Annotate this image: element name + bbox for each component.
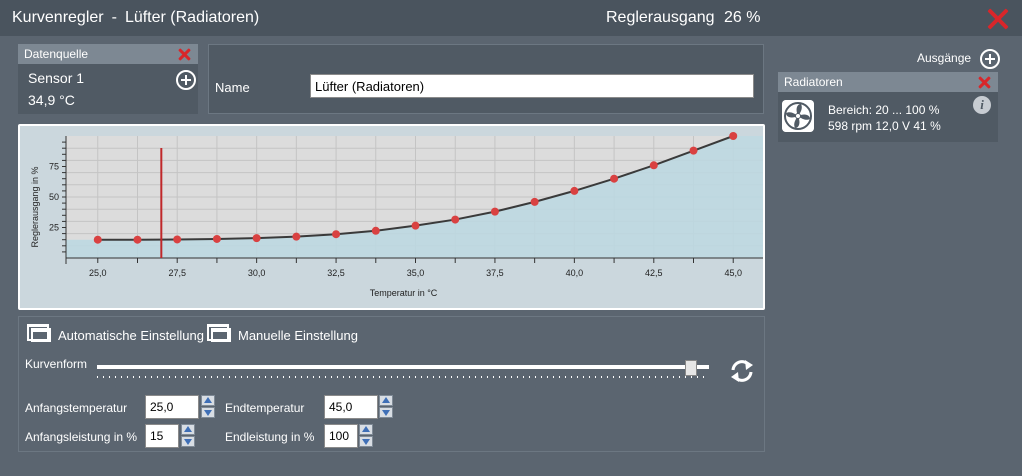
datasource-header-label: Datenquelle [24,47,89,61]
end-temp-input[interactable] [324,395,378,419]
fan-icon [782,100,814,132]
end-power-input[interactable] [324,424,358,448]
curve-point [649,161,658,170]
curve-shape-slider-thumb[interactable] [684,360,697,376]
x-tick-label: 42,5 [645,268,663,278]
close-icon[interactable] [986,7,1010,31]
start-temp-spinner[interactable] [201,395,215,419]
curve-point [332,230,341,239]
x-tick-label: 45,0 [724,268,742,278]
start-power-label: Anfangsleistung in % [25,430,138,444]
add-output-icon[interactable] [980,49,1000,69]
refresh-icon[interactable] [729,358,755,384]
name-input[interactable] [310,74,754,98]
curve-point [371,226,380,235]
x-tick-label: 27,5 [168,268,186,278]
curve-point [689,146,698,155]
end-power-spinner[interactable] [359,424,373,448]
window-icon [27,324,51,342]
controls-panel: Automatische Einstellung Manuelle Einste… [18,316,765,452]
y-tick-label: 25 [49,223,59,233]
curve-point [292,232,301,241]
curve-point [570,186,579,195]
curve-point [252,234,261,243]
curve-shape-label: Kurvenform [25,357,88,371]
window-title: Kurvenregler - Lüfter (Radiatoren) [12,9,259,27]
window-icon [207,324,231,342]
x-tick-label: 37,5 [486,268,504,278]
add-datasource-icon[interactable] [176,70,196,90]
output-card-header: Radiatoren [778,72,998,92]
datasource-sensor: Sensor 1 [28,70,85,86]
start-temp-label: Anfangstemperatur [25,401,128,415]
end-temp-label: Endtemperatur [225,401,305,415]
y-tick-label: 75 [49,162,59,172]
curve-point [411,221,420,230]
end-power-label: Endleistung in % [225,430,315,444]
curve-point [530,197,539,206]
y-axis-label: Reglerausgang in % [30,166,40,247]
automatic-setting-label: Automatische Einstellung [58,327,204,343]
curve-shape-slider[interactable] [97,365,709,369]
x-tick-label: 40,0 [566,268,584,278]
info-icon[interactable]: i [973,96,991,114]
remove-output-icon[interactable] [976,74,992,90]
name-panel: Name [208,44,764,114]
curve-point [133,235,142,244]
curve-point [490,207,499,216]
title-bar: Kurvenregler - Lüfter (Radiatoren) Reglera… [0,0,1022,36]
output-card-title: Radiatoren [784,75,843,89]
start-power-input[interactable] [145,424,179,448]
x-tick-label: 30,0 [248,268,266,278]
curve-point [729,132,738,140]
spin-down-icon[interactable] [379,407,393,418]
curve-chart-svg: 25,0 27,5 30,0 32,5 35,0 37,5 40,0 42,5 45,0 25 50… [30,132,763,298]
spin-up-icon[interactable] [181,424,195,435]
x-tick-label: 32,5 [327,268,345,278]
manual-setting-button[interactable]: Manuelle Einstellung [207,324,358,345]
datasource-value: 34,9 °C [28,92,75,108]
output-stats: 598 rpm 12,0 V 41 % [828,119,941,133]
outputs-label: Ausgänge [917,51,972,65]
start-power-spinner[interactable] [181,424,195,448]
output-range: Bereich: 20 ... 100 % [828,103,940,117]
datasource-header: Datenquelle [18,44,198,64]
y-tick-label: 50 [49,192,59,202]
curve-point [451,215,460,224]
end-temp-spinner[interactable] [379,395,393,419]
curve-point [212,234,221,243]
controller-output-value: 26 % [724,9,761,26]
window-title-text: Kurvenregler [12,9,104,26]
controller-output-label: Reglerausgang [606,9,715,26]
x-tick-label: 35,0 [407,268,425,278]
spin-down-icon[interactable] [359,436,373,447]
spin-down-icon[interactable] [181,436,195,447]
spin-down-icon[interactable] [201,407,215,418]
automatic-setting-button[interactable]: Automatische Einstellung [27,324,204,345]
manual-setting-label: Manuelle Einstellung [238,327,358,343]
slider-ticks [97,376,709,378]
datasource-panel: Datenquelle Sensor 1 34,9 °C [18,44,198,114]
start-temp-input[interactable] [145,395,199,419]
name-label: Name [215,80,250,95]
spin-up-icon[interactable] [379,395,393,406]
curve-point [610,174,619,183]
title-separator: - [111,9,117,26]
spin-up-icon[interactable] [201,395,215,406]
curve-chart[interactable]: 25,0 27,5 30,0 32,5 35,0 37,5 40,0 42,5 45,0 25 50… [18,124,765,310]
curve-point [173,235,182,244]
remove-datasource-icon[interactable] [176,46,192,62]
x-tick-label: 25,0 [89,268,107,278]
spin-up-icon[interactable] [359,424,373,435]
x-axis-label: Temperatur in °C [370,288,438,298]
curve-point [93,235,102,244]
output-card: Radiatoren Bereich: 20 ... 100 % 598 rpm… [778,72,998,142]
window-title-name: Lüfter (Radiatoren) [124,9,260,26]
